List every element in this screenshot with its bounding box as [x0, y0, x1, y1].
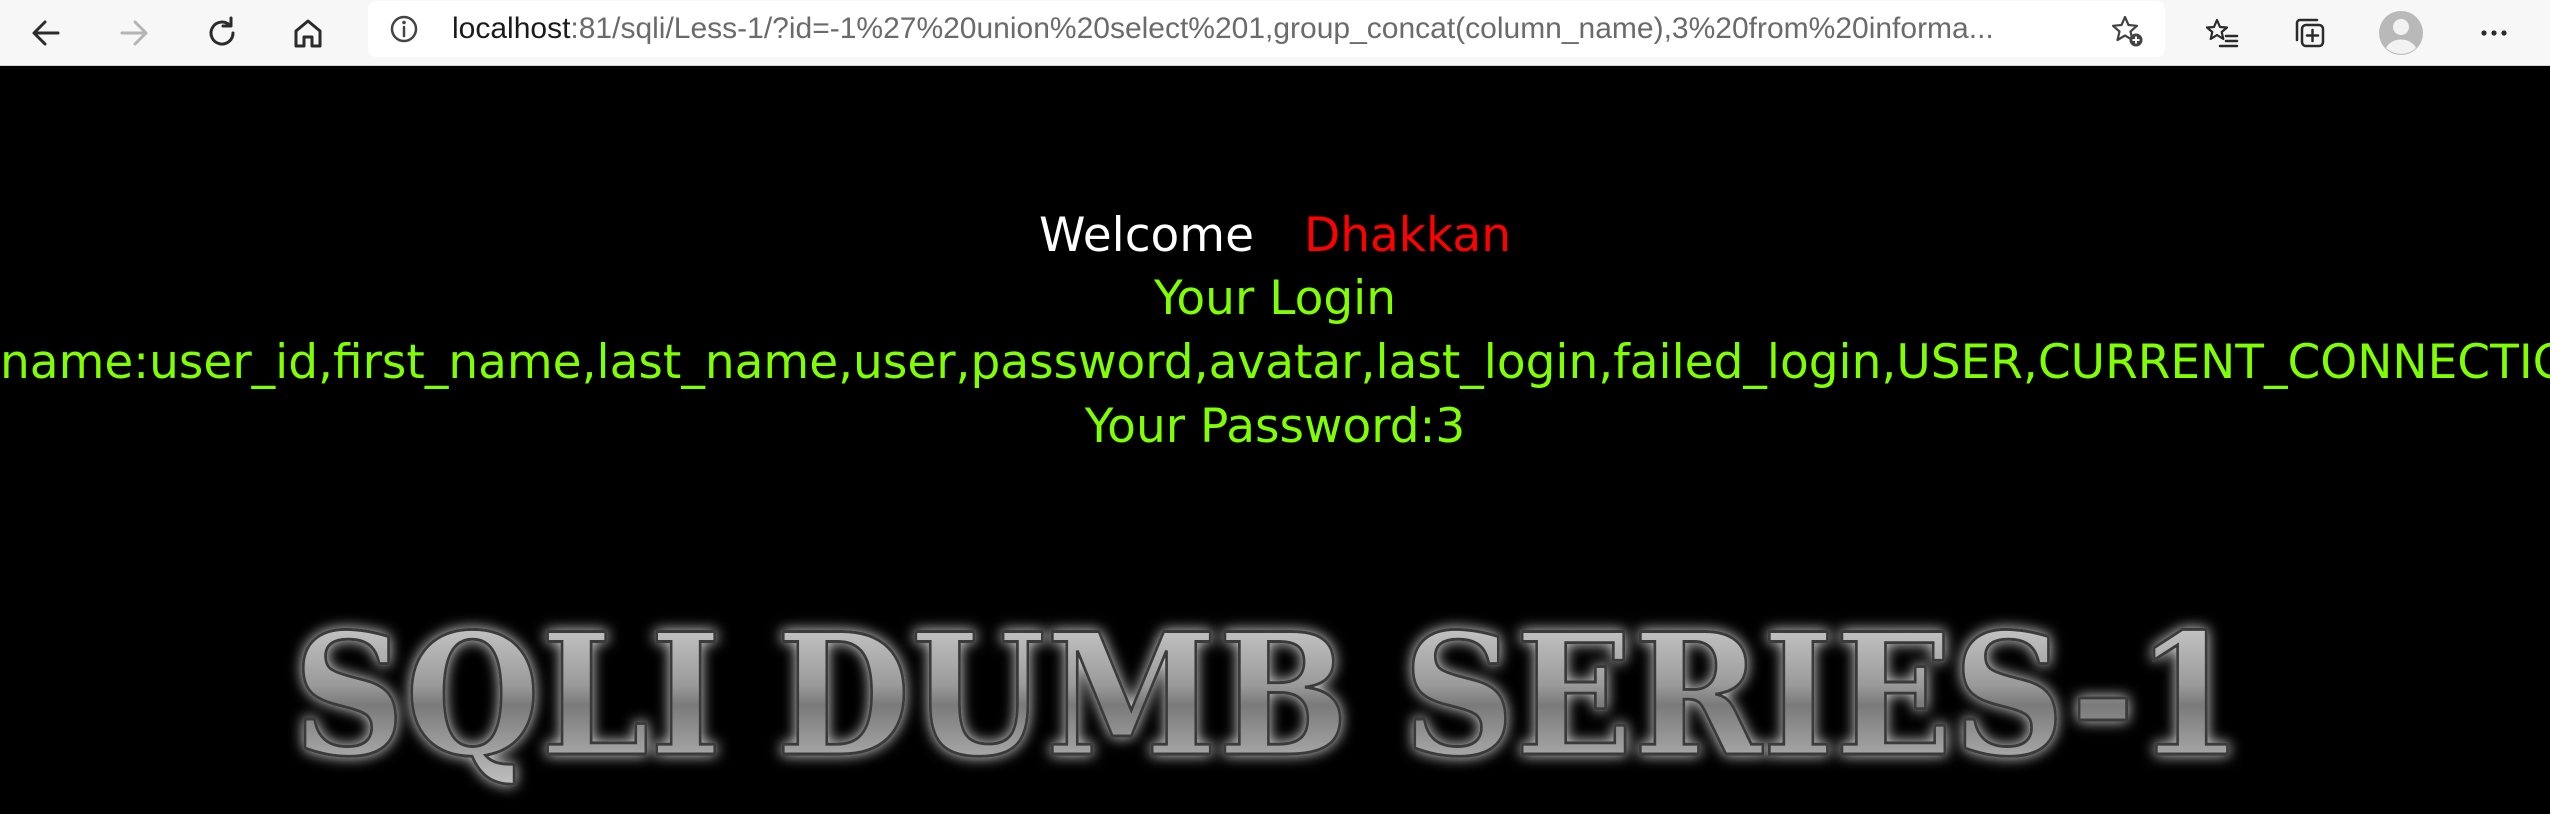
- profile-icon: [2379, 11, 2423, 55]
- more-icon: [2481, 30, 2507, 36]
- browser-toolbar: localhost:81/sqli/Less-1/?id=-1%27%20uni…: [0, 0, 2550, 66]
- forward-button[interactable]: [106, 5, 162, 61]
- collections-icon: [2295, 18, 2325, 48]
- welcome-name: Dhakkan: [1304, 208, 1511, 263]
- favorites-button[interactable]: [2194, 5, 2250, 61]
- refresh-button[interactable]: [194, 5, 250, 61]
- more-button[interactable]: [2466, 5, 2522, 61]
- sqli-banner-logo: SQLI DUMB SERIES-1: [292, 595, 2245, 796]
- url-text[interactable]: localhost:81/sqli/Less-1/?id=-1%27%20uni…: [452, 1, 2092, 57]
- welcome-label: Welcome: [1039, 208, 1254, 263]
- info-icon[interactable]: [388, 13, 420, 45]
- favorites-icon: [2205, 18, 2239, 48]
- address-bar[interactable]: localhost:81/sqli/Less-1/?id=-1%27%20uni…: [368, 1, 2165, 57]
- welcome-line: Welcome Dhakkan: [0, 206, 2550, 266]
- back-button[interactable]: [18, 5, 74, 61]
- collections-button[interactable]: [2282, 5, 2338, 61]
- url-path: :81/sqli/Less-1/?id=-1%27%20union%20sele…: [570, 12, 1994, 45]
- login-label: Your Login: [1153, 271, 1397, 326]
- home-icon: [294, 19, 322, 48]
- profile-button[interactable]: [2373, 5, 2429, 61]
- url-host: localhost: [452, 12, 571, 45]
- refresh-icon: [209, 16, 235, 46]
- login-password: Your Password:3: [1084, 399, 1466, 454]
- forward-arrow-icon: [120, 20, 148, 46]
- back-arrow-icon: [32, 20, 60, 46]
- star-add-icon[interactable]: [2109, 13, 2145, 49]
- login-name: name:user_id,first_name,last_name,user,p…: [0, 335, 2550, 390]
- banner-text: SQLI DUMB SERIES-1: [293, 596, 2243, 794]
- home-button[interactable]: [280, 5, 336, 61]
- page-content: Welcome Dhakkan Your Login name:user_id,f…: [0, 66, 2550, 796]
